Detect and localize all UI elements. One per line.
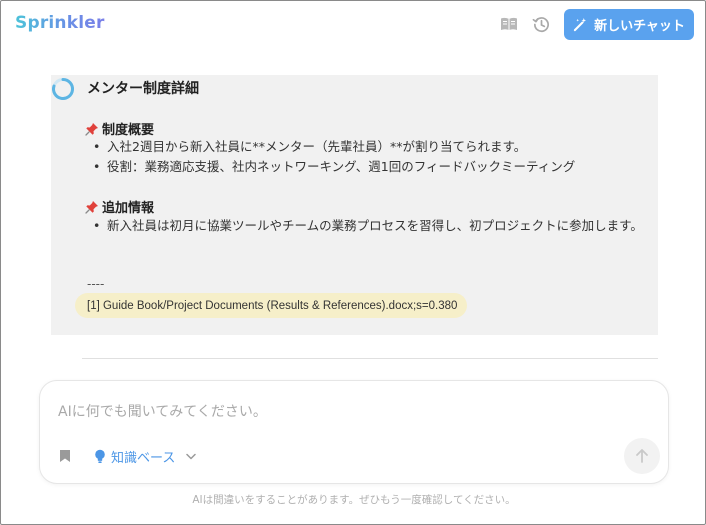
magic-wand-icon (573, 17, 588, 32)
arrow-up-icon (635, 448, 649, 464)
loading-spinner-icon (51, 77, 75, 101)
chat-input-placeholder[interactable]: AIに何でも聞いてみてください。 (58, 401, 267, 421)
section-heading-overview: 制度概要 (85, 119, 154, 138)
app-logo[interactable]: Sprinkler (15, 13, 105, 33)
book-icon[interactable] (498, 13, 520, 35)
list-item: • 入社2週目から新入社員に**メンター（先輩社員）**が割り当てられます。 (93, 139, 527, 154)
pushpin-icon (85, 122, 99, 136)
divider (82, 358, 658, 359)
chat-input-box[interactable] (39, 380, 669, 484)
message-title: メンター制度詳細 (87, 81, 199, 97)
disclaimer-text: AIは間違いをすることがあります。ぜひもう一度確認してください。 (192, 494, 516, 506)
list-item: • 新入社員は初月に協業ツールやチームの業務プロセスを習得し、初プロジェクトに参… (93, 218, 643, 233)
list-item: • 役割：業務適応支援、社内ネットワーキング、週1回のフィードバックミーティング (93, 159, 576, 174)
send-button[interactable] (624, 438, 660, 474)
bookmark-icon[interactable] (59, 448, 73, 464)
app-window: Sprinkler 新しいチャット メンター制度詳細 制度概要 • 入社2週目か… (0, 0, 706, 525)
section-heading-additional: 追加情報 (85, 197, 154, 216)
history-icon[interactable] (530, 13, 552, 35)
new-chat-label: 新しいチャット (594, 19, 685, 34)
knowledge-base-dropdown[interactable]: 知識ベース (94, 446, 197, 466)
chevron-down-icon (186, 453, 197, 460)
reference-chip[interactable]: [1] Guide Book/Project Documents (Result… (75, 293, 468, 318)
knowledge-base-label: 知識ベース (111, 450, 176, 466)
lightbulb-icon (94, 449, 106, 464)
separator-text: ---- (87, 277, 105, 291)
pushpin-icon (85, 200, 99, 214)
new-chat-button[interactable]: 新しいチャット (564, 9, 694, 40)
